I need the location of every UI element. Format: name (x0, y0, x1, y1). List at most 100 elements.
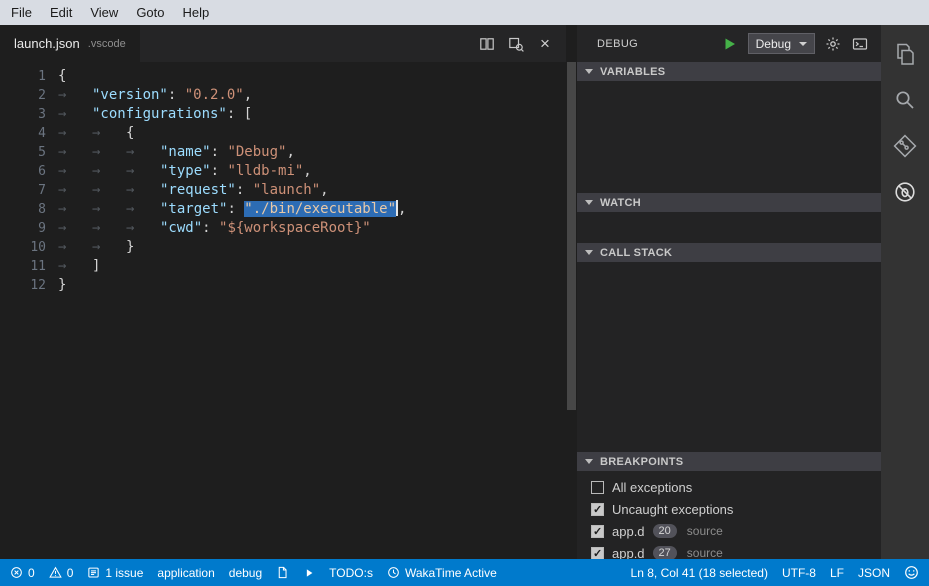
code-line-1[interactable]: 1{ (0, 67, 566, 86)
breakpoint-checkbox[interactable] (591, 503, 604, 516)
debug-console-icon[interactable] (851, 35, 869, 53)
issues-icon (87, 566, 100, 579)
breakpoint-checkbox[interactable] (591, 547, 604, 560)
start-debug-button[interactable] (721, 35, 739, 53)
code-token: , (244, 87, 252, 103)
whitespace-tab-arrow: → (58, 162, 92, 181)
status-item-errors[interactable]: 0 (10, 559, 35, 586)
status-bar-right: Ln 8, Col 41 (18 selected) UTF-8 LF JSON (631, 559, 919, 586)
status-item-encoding[interactable]: UTF-8 (782, 559, 816, 586)
status-item-language-mode[interactable]: JSON (858, 559, 890, 586)
breakpoint-checkbox[interactable] (591, 525, 604, 538)
line-number: 2 (0, 86, 46, 105)
code-line-9[interactable]: 9→→→"cwd": "${workspaceRoot}" (0, 219, 566, 238)
status-item-wakatime[interactable]: WakaTime Active (387, 559, 497, 586)
line-number-badge: 27 (653, 546, 677, 559)
status-item-feedback[interactable] (904, 559, 919, 586)
activity-item-source-control[interactable] (881, 123, 929, 169)
section-header-call-stack[interactable]: CALL STACK (577, 243, 881, 262)
section-header-variables[interactable]: VARIABLES (577, 62, 881, 81)
status-bar-left: 00 1 issue application debug TODO:s WakaTime … (10, 559, 497, 586)
variables-body (577, 81, 881, 193)
menu-item-edit[interactable]: Edit (41, 2, 81, 23)
breakpoint-item[interactable]: app.d20source (577, 520, 881, 542)
code-token: "type" (160, 163, 211, 179)
close-icon: × (540, 35, 550, 52)
line-number: 10 (0, 238, 46, 257)
status-item-debug-config[interactable]: debug (229, 559, 262, 586)
editor-scrollbar[interactable] (566, 25, 577, 559)
code-line-5[interactable]: 5→→→"name": "Debug", (0, 143, 566, 162)
breakpoint-label: All exceptions (612, 480, 692, 495)
activity-item-search[interactable] (881, 77, 929, 123)
status-text: TODO:s (329, 566, 373, 580)
breakpoint-checkbox[interactable] (591, 481, 604, 494)
line-number: 1 (0, 67, 46, 86)
code-line-12[interactable]: 12} (0, 276, 566, 295)
code-line-4[interactable]: 4→→{ (0, 124, 566, 143)
code-line-10[interactable]: 10→→} (0, 238, 566, 257)
activity-item-explorer[interactable] (881, 31, 929, 77)
status-item-issues[interactable]: 1 issue (87, 559, 143, 586)
whitespace-tab-arrow: → (58, 124, 92, 143)
chevron-down-icon (585, 459, 593, 464)
scrollbar-thumb[interactable] (567, 62, 576, 410)
code-token: } (58, 277, 66, 293)
whitespace-tab-arrow: → (126, 219, 160, 238)
chevron-down-icon (585, 69, 593, 74)
code-editor[interactable]: 1{2→"version": "0.2.0",3→"configurations… (0, 62, 566, 559)
code-line-3[interactable]: 3→"configurations": [ (0, 105, 566, 124)
section-header-breakpoints[interactable]: BREAKPOINTS (577, 452, 881, 471)
code-token: : (168, 87, 185, 103)
line-number: 12 (0, 276, 46, 295)
code-line-8[interactable]: 8→→→"target": "./bin/executable", (0, 200, 566, 219)
debug-config-dropdown[interactable]: Debug (748, 33, 815, 54)
split-editor-icon (479, 36, 495, 52)
breakpoint-item[interactable]: Uncaught exceptions (577, 498, 881, 520)
code-line-6[interactable]: 6→→→"type": "lldb-mi", (0, 162, 566, 181)
status-item-cursor-position[interactable]: Ln 8, Col 41 (18 selected) (631, 559, 768, 586)
status-text: LF (830, 566, 844, 580)
split-editor-button[interactable] (476, 33, 498, 55)
code-token: "configurations" (92, 106, 227, 122)
whitespace-tab-arrow: → (126, 143, 160, 162)
activity-item-debug[interactable] (881, 169, 929, 215)
code-line-7[interactable]: 7→→→"request": "launch", (0, 181, 566, 200)
smiley-icon (904, 565, 919, 580)
line-number: 3 (0, 105, 46, 124)
status-item-todos[interactable]: TODO:s (329, 559, 373, 586)
breakpoint-item[interactable]: All exceptions (577, 476, 881, 498)
close-icon[interactable]: × (534, 33, 556, 55)
code-token: "Debug" (227, 144, 286, 160)
code-line-11[interactable]: 11→] (0, 257, 566, 276)
breakpoint-item[interactable]: app.d27source (577, 542, 881, 559)
debug-sidebar: DEBUG Debug (577, 25, 881, 559)
menu-item-view[interactable]: View (81, 2, 127, 23)
status-item-eol[interactable]: LF (830, 559, 844, 586)
code-token: : (227, 201, 244, 217)
status-item-warnings[interactable]: 0 (49, 559, 74, 586)
line-content: →→→"target": "./bin/executable", (46, 200, 406, 219)
whitespace-tab-arrow: → (58, 238, 92, 257)
configure-gear-icon[interactable] (824, 35, 842, 53)
section-header-watch[interactable]: WATCH (577, 193, 881, 212)
menu-item-file[interactable]: File (2, 2, 41, 23)
menu-item-goto[interactable]: Goto (127, 2, 173, 23)
tab-launch-json[interactable]: launch.json .vscode (0, 25, 140, 62)
status-item-application[interactable]: application (157, 559, 214, 586)
status-item-file-indicator[interactable] (276, 559, 289, 586)
editor-actions: × (476, 25, 566, 62)
debug-config-value: Debug (756, 37, 791, 51)
status-item-run-indicator[interactable] (303, 559, 315, 586)
tab-directory: .vscode (88, 38, 126, 50)
code-line-2[interactable]: 2→"version": "0.2.0", (0, 86, 566, 105)
open-preview-button[interactable] (505, 33, 527, 55)
whitespace-tab-arrow: → (58, 86, 92, 105)
line-content: →→→"request": "launch", (46, 181, 329, 200)
code-token: : (236, 182, 253, 198)
source-control-icon (892, 133, 918, 159)
menu-bar: FileEditViewGotoHelp (0, 0, 929, 25)
menu-item-help[interactable]: Help (174, 2, 219, 23)
whitespace-tab-arrow: → (92, 143, 126, 162)
whitespace-tab-arrow: → (126, 200, 160, 219)
